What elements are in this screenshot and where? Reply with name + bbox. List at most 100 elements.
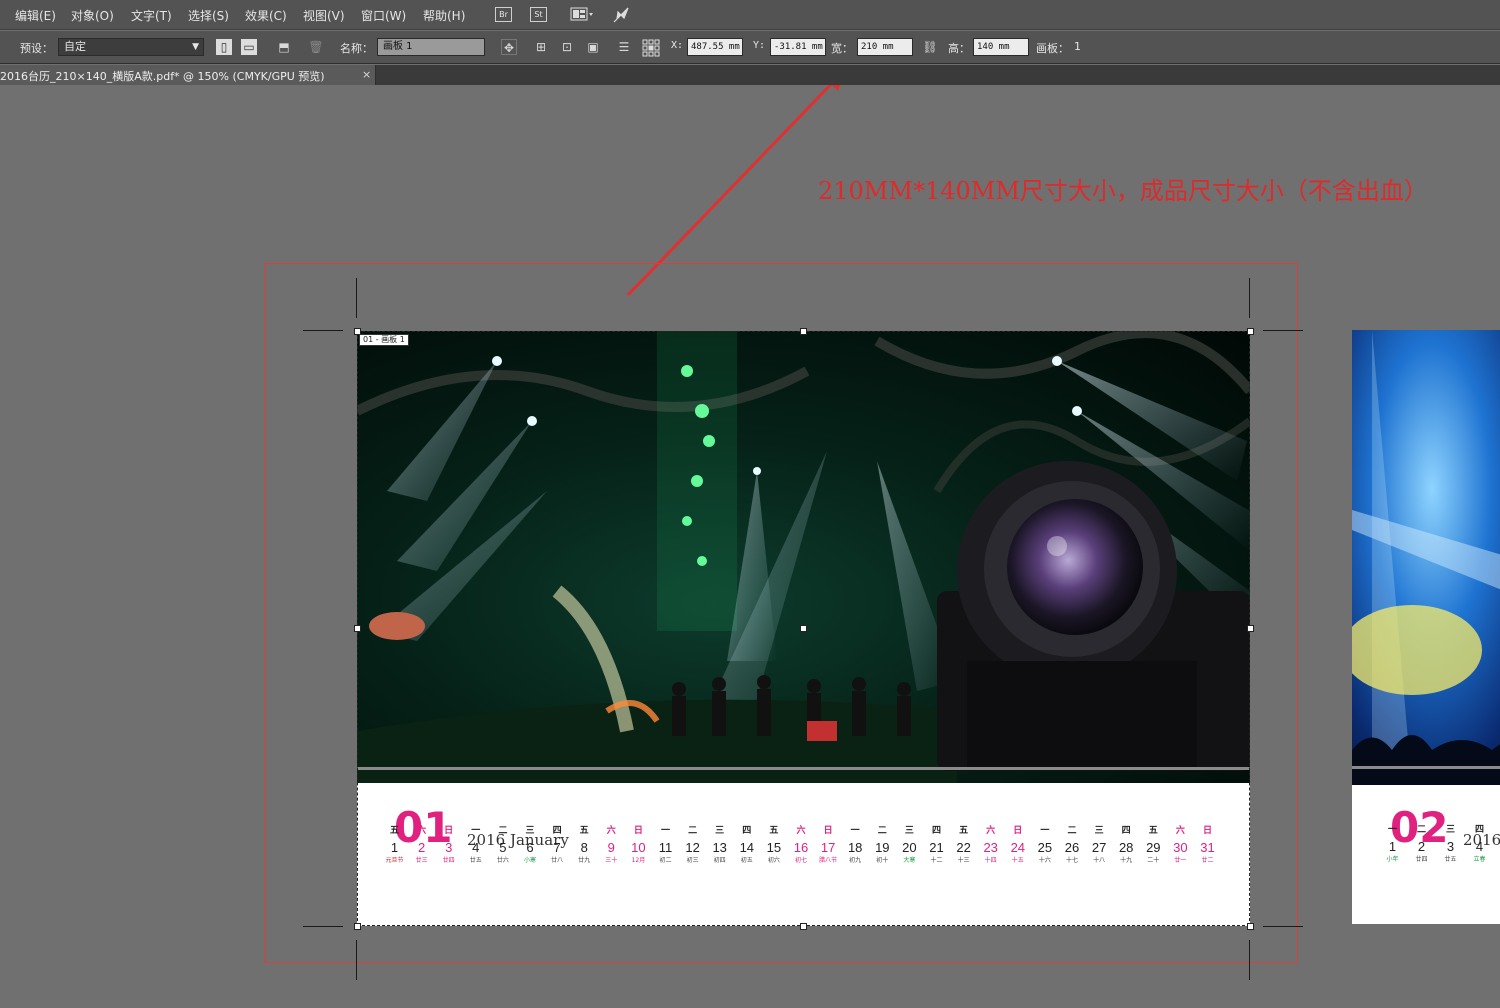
weekday-label: 四 xyxy=(1474,825,1484,835)
menu-select[interactable]: 选择(S) xyxy=(188,7,229,24)
day-number: 1 xyxy=(390,840,399,855)
lunar-date: 初九 xyxy=(849,857,862,864)
calendar-day: 四 21 十二 xyxy=(923,823,950,866)
lunar-date: 初六 xyxy=(767,857,780,864)
delete-artboard-icon[interactable]: 🗑 xyxy=(308,39,324,55)
day-number: 12 xyxy=(685,840,700,855)
concert-stage-photo xyxy=(357,331,1250,783)
calendar-day: 六 16 初七 xyxy=(788,823,815,866)
day-number: 15 xyxy=(766,840,782,855)
day-number: 3 xyxy=(445,840,453,855)
artboard-label[interactable]: 01 - 画板 1 xyxy=(359,334,409,346)
weekday-label: 四 xyxy=(931,826,941,836)
x-label: X: xyxy=(671,40,684,51)
resize-handle[interactable] xyxy=(1247,328,1254,335)
preset-select[interactable]: 自定 ▼ xyxy=(58,38,204,56)
lunar-date: 廿三 xyxy=(415,857,428,864)
calendar-day: 四 14 初五 xyxy=(733,823,760,866)
constrain-proportions-icon[interactable]: ⛓ xyxy=(922,39,938,55)
calendar-day: 五 15 初六 xyxy=(760,823,787,866)
day-number: 10 xyxy=(631,840,646,855)
weekday-label: 一 xyxy=(471,826,481,836)
width-label: 宽： xyxy=(831,42,853,55)
artboard-2[interactable]: 02 2016 一 1 小年二 2 廿四三 3 廿五四 4 立春 xyxy=(1352,330,1500,924)
day-number: 18 xyxy=(847,840,863,855)
calendar-day: 一 11 初二 xyxy=(652,823,679,866)
lunar-date: 十五 xyxy=(1011,857,1024,864)
calendar-day: 四 28 十九 xyxy=(1113,823,1140,866)
calendar-day: 二 19 初十 xyxy=(869,823,896,866)
lunar-date: 12月 xyxy=(631,857,646,864)
resize-handle[interactable] xyxy=(800,328,807,335)
weekday-label: 五 xyxy=(769,826,779,836)
menu-window[interactable]: 窗口(W) xyxy=(361,7,406,24)
resize-handle[interactable] xyxy=(354,625,361,632)
resize-handle[interactable] xyxy=(800,625,807,632)
day-number: 28 xyxy=(1118,840,1134,855)
day-number: 7 xyxy=(553,840,561,855)
day-number: 4 xyxy=(472,840,480,855)
show-cross-hairs-icon[interactable]: ⊞ xyxy=(533,39,549,55)
menu-help[interactable]: 帮助(H) xyxy=(423,7,465,24)
portrait-orientation-icon[interactable]: ▯ xyxy=(216,39,232,55)
calendar-day: 三 6 小寒 xyxy=(517,823,544,866)
show-center-mark-icon[interactable]: ✥ xyxy=(501,39,517,55)
lunar-date: 二十 xyxy=(1147,857,1160,864)
weekday-label: 五 xyxy=(959,826,969,836)
weekday-label: 一 xyxy=(850,826,860,836)
weekday-label: 四 xyxy=(1121,826,1131,836)
day-number: 3 xyxy=(1446,839,1455,854)
reference-point-icon[interactable] xyxy=(642,39,660,57)
x-input[interactable]: 487.55 mm xyxy=(687,38,743,56)
calendar-day: 六 30 廿一 xyxy=(1167,823,1194,866)
menu-type[interactable]: 文字(T) xyxy=(131,7,172,24)
weekday-label: 三 xyxy=(904,826,914,836)
concert-blue-photo xyxy=(1352,330,1500,785)
annotation-text: 210MM*140MM尺寸大小，成品尺寸大小（不含出血） xyxy=(818,177,1428,205)
video-safe-areas-icon[interactable]: ⊡ xyxy=(559,39,575,55)
weekday-label: 三 xyxy=(525,826,535,836)
calendar-day: 一 4 廿五 xyxy=(462,823,489,866)
calendar-day: 五 22 十三 xyxy=(950,823,977,866)
lunar-date: 廿二 xyxy=(1201,857,1214,864)
menu-effect[interactable]: 效果(C) xyxy=(245,7,287,24)
artboard-options-icon[interactable]: ▣ xyxy=(585,39,601,55)
calendar-day: 日 17 腊八节 xyxy=(815,823,842,866)
document-tab[interactable]: 2016台历_210×140_横版A款.pdf* @ 150% (CMYK/GP… xyxy=(0,65,376,85)
lunar-date: 腊八节 xyxy=(819,857,838,864)
day-number: 2 xyxy=(1417,839,1426,854)
move-artwork-icon[interactable]: ⬒ xyxy=(276,39,292,55)
menu-view[interactable]: 视图(V) xyxy=(303,7,345,24)
resize-handle[interactable] xyxy=(354,923,361,930)
y-input[interactable]: -31.81 mm xyxy=(770,38,826,56)
height-input[interactable]: 140 mm xyxy=(973,38,1029,56)
gpu-rocket-icon[interactable] xyxy=(612,6,630,24)
stock-button[interactable]: St xyxy=(530,7,547,22)
weekday-label: 六 xyxy=(986,826,996,836)
canvas[interactable]: 210MM*140MM尺寸大小，成品尺寸大小（不含出血） 01 2016 Jan… xyxy=(0,85,1500,1008)
resize-handle[interactable] xyxy=(1247,923,1254,930)
calendar-day: 一 1 小年 xyxy=(1379,822,1406,865)
day-number: 13 xyxy=(712,840,727,855)
menu-object[interactable]: 对象(O) xyxy=(71,7,114,24)
width-input[interactable]: 210 mm xyxy=(857,38,913,56)
landscape-orientation-icon[interactable]: ▭ xyxy=(241,39,257,55)
menu-edit[interactable]: 编辑(E) xyxy=(15,7,56,24)
resize-handle[interactable] xyxy=(1247,625,1254,632)
close-icon[interactable]: × xyxy=(362,68,371,81)
lunar-date: 小年 xyxy=(1386,856,1399,863)
workspace-layout-icon[interactable] xyxy=(570,7,594,22)
day-number: 5 xyxy=(499,840,507,855)
calendar-day: 六 9 三十 xyxy=(598,823,625,866)
calendar-day: 三 3 廿五 xyxy=(1437,822,1464,865)
lunar-date: 小寒 xyxy=(523,857,536,864)
lunar-date: 廿六 xyxy=(496,857,509,864)
chevron-down-icon: ▼ xyxy=(192,42,199,52)
align-icon[interactable]: ☰ xyxy=(616,39,632,55)
day-number: 25 xyxy=(1037,840,1053,855)
bridge-button[interactable]: Br xyxy=(495,7,512,22)
day-number: 11 xyxy=(658,840,673,855)
artboard-name-input[interactable]: 画板 1 xyxy=(377,38,485,56)
resize-handle[interactable] xyxy=(800,923,807,930)
weekday-label: 五 xyxy=(1148,826,1158,836)
